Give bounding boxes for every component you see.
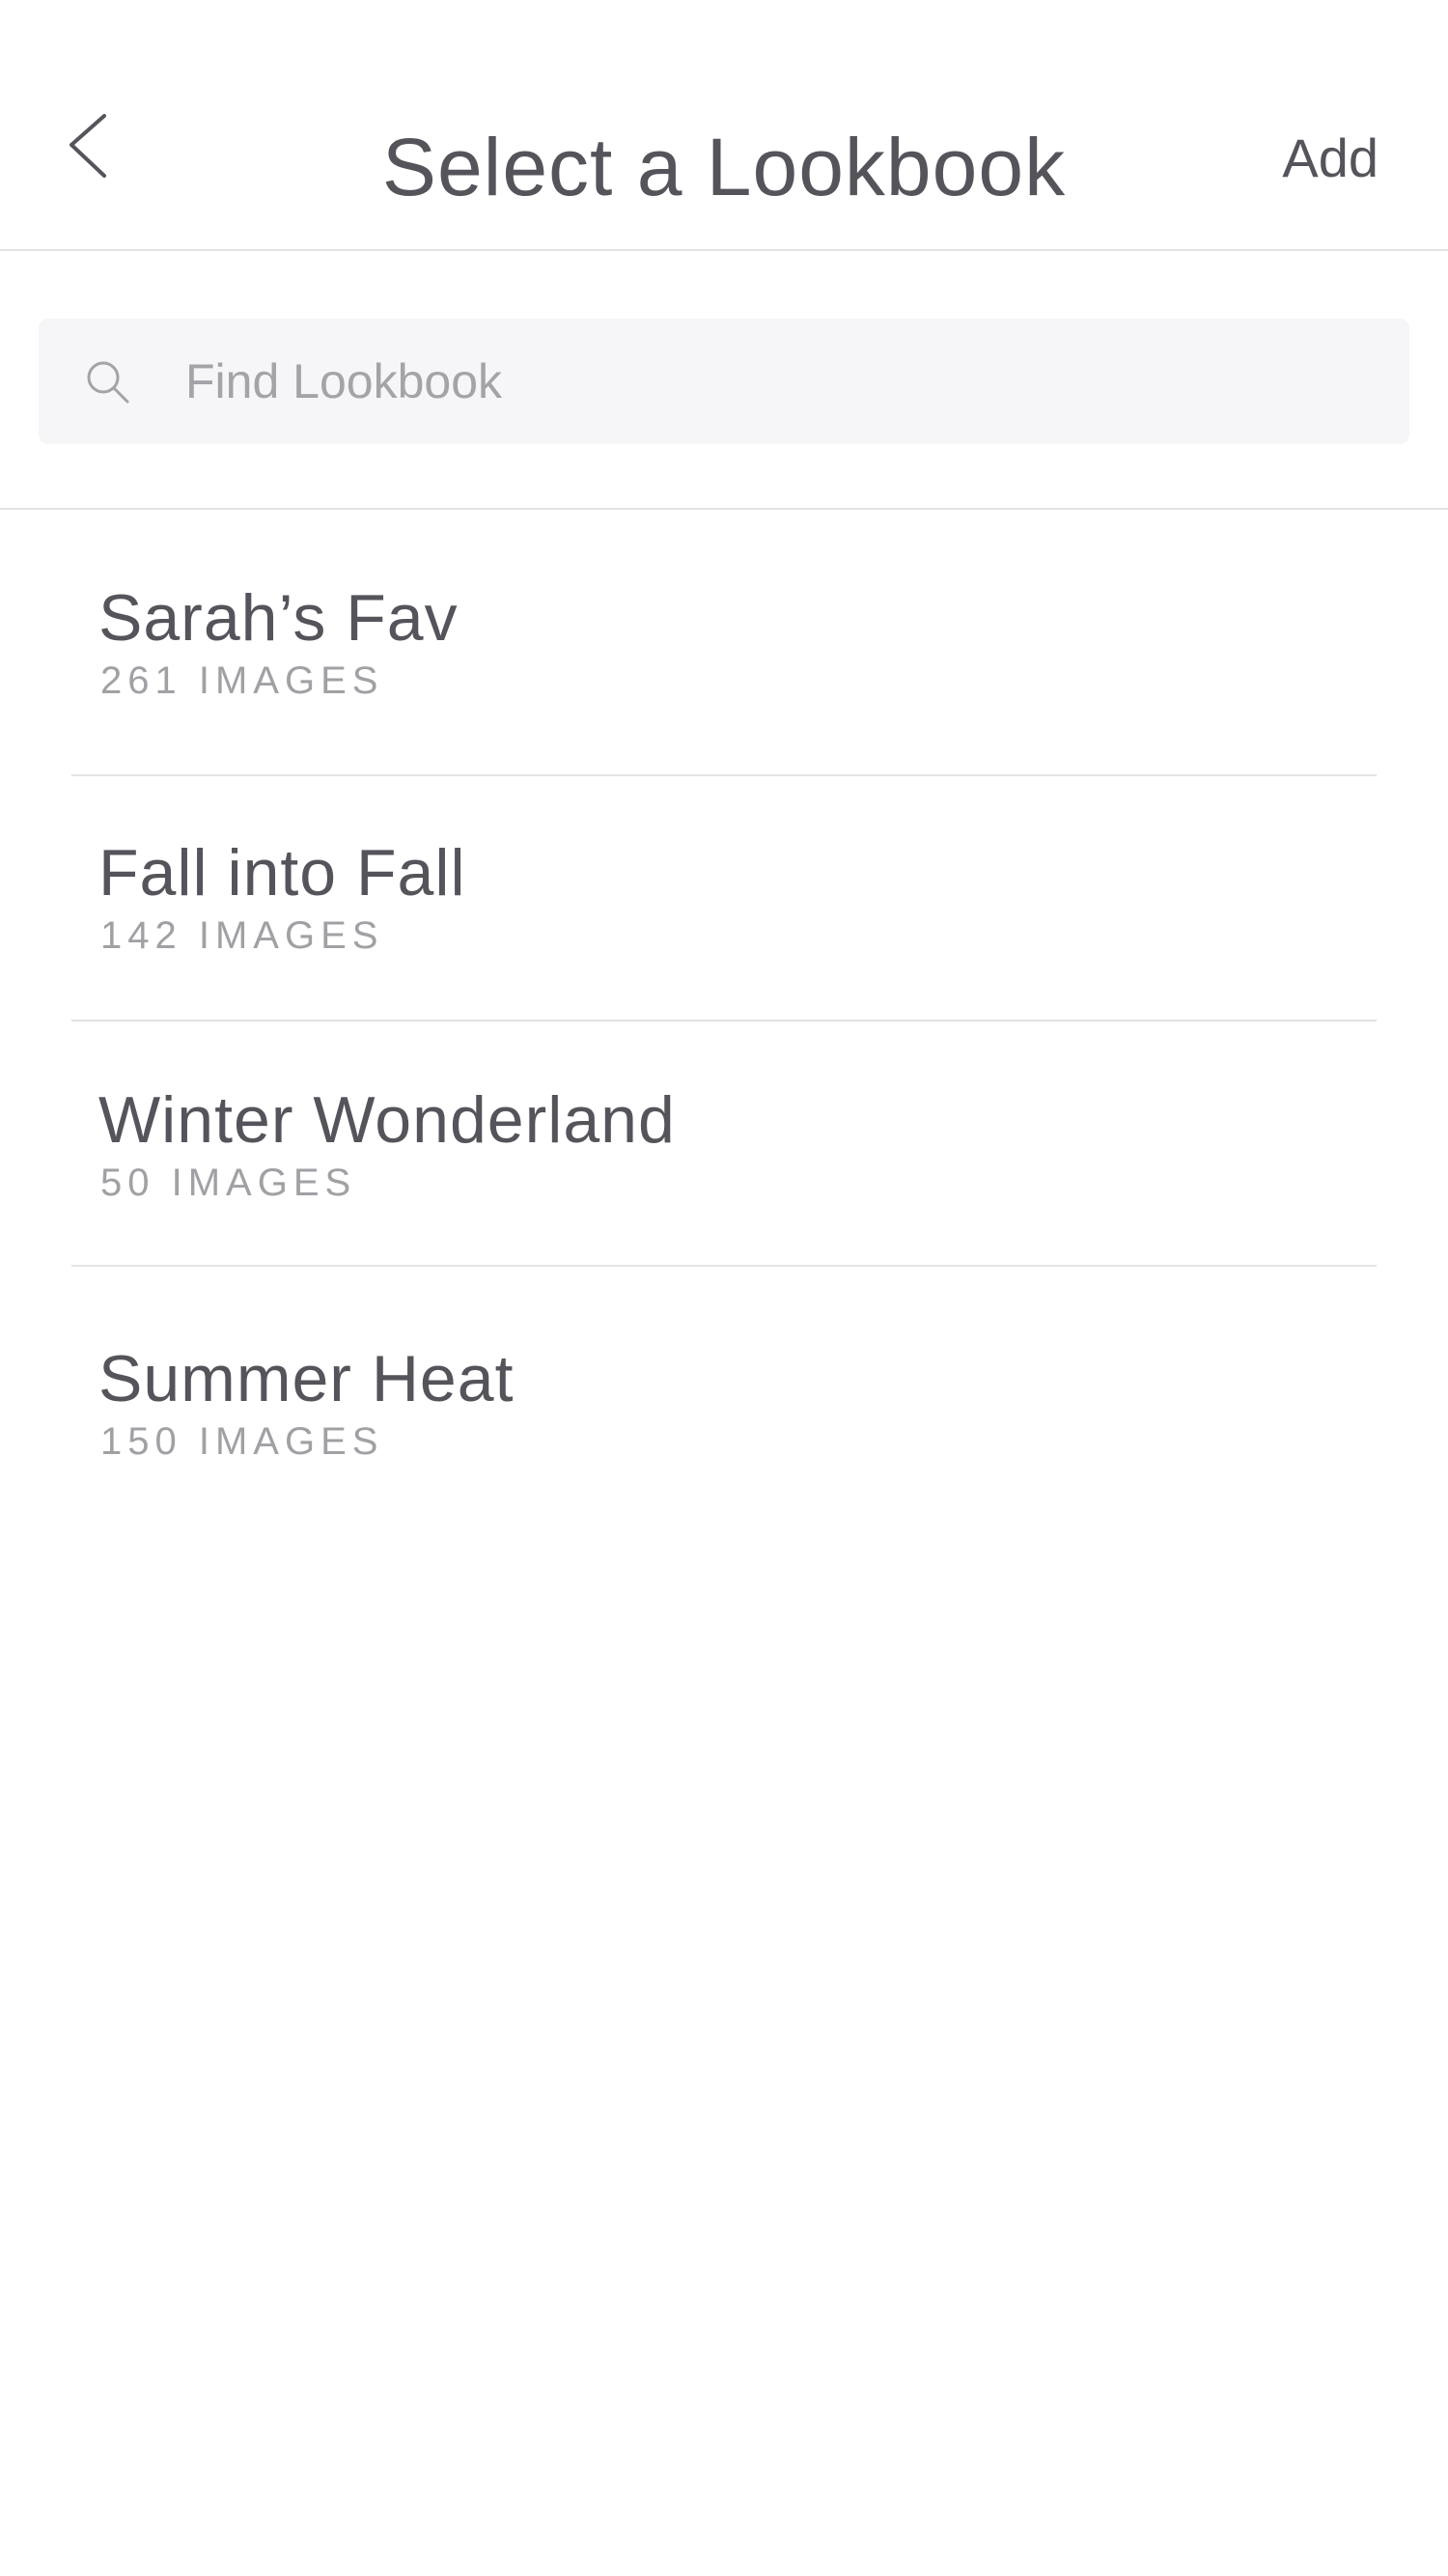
lookbook-list: Sarah’s Fav 142 IMAGES 261 IMAGES Fall i… (0, 510, 1448, 1524)
search-section (0, 251, 1448, 510)
search-box[interactable] (39, 319, 1409, 444)
search-input[interactable] (147, 319, 1382, 444)
lookbook-item[interactable]: Fall into Fall 142 IMAGES (71, 774, 1377, 1020)
header-bar: Select a Lookbook Add (0, 0, 1448, 251)
lookbook-name: Sarah’s Fav (98, 581, 459, 655)
lookbook-item[interactable]: Summer Heat 150 IMAGES (71, 1265, 1377, 1524)
lookbook-item[interactable]: Winter Wonderland 50 IMAGES (71, 1020, 1377, 1265)
lookbook-name: Fall into Fall (98, 836, 466, 910)
search-icon (87, 361, 129, 404)
add-button[interactable]: Add (1282, 120, 1378, 197)
page-title: Select a Lookbook (381, 122, 1067, 212)
lookbook-name: Winter Wonderland (98, 1083, 676, 1157)
lookbook-image-count: 261 IMAGES (100, 659, 384, 702)
lookbook-image-count: 142 IMAGES (100, 914, 384, 957)
lookbook-image-count: 150 IMAGES (100, 1420, 384, 1463)
lookbook-image-count: 50 IMAGES (100, 1162, 357, 1204)
lookbook-item[interactable]: Sarah’s Fav 142 IMAGES 261 IMAGES (71, 510, 1377, 774)
lookbook-name: Summer Heat (98, 1342, 515, 1415)
